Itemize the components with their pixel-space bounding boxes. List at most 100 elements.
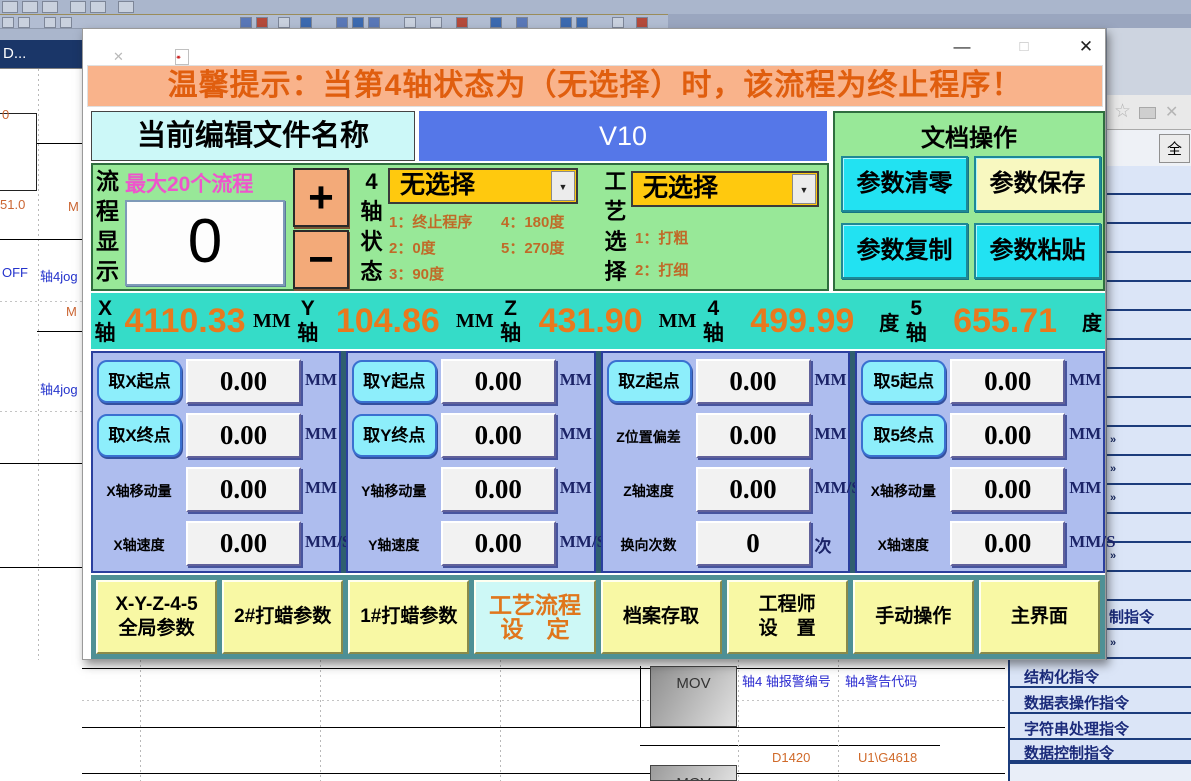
toolbar-icon[interactable] — [352, 17, 364, 28]
toolbar-icon[interactable] — [300, 17, 312, 28]
toolbar-icon[interactable] — [118, 1, 134, 13]
param-value-field[interactable]: 0.00 — [441, 359, 556, 404]
instruction-category[interactable]: 结构化指令 — [1024, 666, 1099, 687]
nav-main-screen-button[interactable]: 主界面 — [979, 580, 1100, 654]
get-z-start-button[interactable]: 取Z起点 — [607, 360, 692, 403]
instruction-category[interactable]: 字符串处理指令 — [1024, 718, 1129, 739]
param-value-field[interactable]: 0.00 — [950, 359, 1065, 404]
save-params-button[interactable]: 参数保存 — [974, 156, 1101, 212]
nav-engineer-settings-button[interactable]: 工程师 设 置 — [727, 580, 848, 654]
list-item[interactable] — [1107, 195, 1191, 224]
param-value-field[interactable]: 0.00 — [696, 413, 811, 458]
mov-instruction-block[interactable]: MOV — [650, 765, 737, 781]
ide-document-tab[interactable]: D... — [0, 40, 82, 68]
toolbar-icon[interactable] — [516, 17, 528, 28]
instruction-category[interactable]: 数据表操作指令 — [1024, 692, 1129, 713]
list-item[interactable]: » — [1107, 427, 1191, 456]
toolbar-icon[interactable] — [336, 17, 348, 28]
list-item[interactable]: 制指令 — [1107, 601, 1191, 630]
toolbar-icon[interactable] — [490, 17, 502, 28]
toolbar-icon[interactable] — [2, 17, 14, 28]
param-value-field[interactable]: 0.00 — [950, 521, 1065, 566]
folder-icon[interactable] — [1139, 107, 1156, 119]
list-item[interactable]: » — [1107, 485, 1191, 514]
param-value-field[interactable]: 0.00 — [950, 413, 1065, 458]
list-item[interactable]: » — [1107, 543, 1191, 572]
nav-process-flow-button[interactable]: 工艺流程 设 定 — [474, 580, 595, 654]
param-value-field[interactable]: 0.00 — [186, 521, 301, 566]
list-item[interactable]: » — [1107, 630, 1191, 659]
param-value-field[interactable]: 0.00 — [950, 467, 1065, 512]
toolbar-icon[interactable] — [18, 17, 30, 28]
close-button[interactable]: ✕ — [1071, 34, 1101, 60]
param-value-field[interactable]: 0 — [696, 521, 811, 566]
list-item[interactable] — [1107, 253, 1191, 282]
get-y-end-button[interactable]: 取Y终点 — [352, 414, 437, 457]
nav-file-access-button[interactable]: 档案存取 — [601, 580, 722, 654]
toolbar-icon[interactable] — [256, 17, 268, 28]
list-item[interactable] — [1107, 514, 1191, 543]
toolbar-icon[interactable] — [2, 1, 18, 13]
toolbar-icon[interactable] — [368, 17, 380, 28]
list-item[interactable] — [1107, 166, 1191, 195]
list-item[interactable]: » — [1107, 456, 1191, 485]
toolbar-icon[interactable] — [612, 17, 624, 28]
list-item[interactable] — [1107, 572, 1191, 601]
paste-params-button[interactable]: 参数粘贴 — [974, 223, 1101, 279]
list-item[interactable] — [1107, 224, 1191, 253]
param-value-field[interactable]: 0.00 — [696, 359, 811, 404]
toolbar-icon[interactable] — [90, 1, 106, 13]
param-value-field[interactable]: 0.00 — [441, 413, 556, 458]
craft-select-dropdown[interactable]: 无选择 ▼ — [631, 171, 819, 207]
nav-global-params-button[interactable]: X-Y-Z-4-5 全局参数 — [96, 580, 217, 654]
toolbar-icon[interactable] — [22, 1, 38, 13]
current-file-name[interactable]: V10 — [419, 111, 827, 161]
mov-instruction-block[interactable]: MOV — [650, 666, 737, 727]
toolbar-icon[interactable] — [560, 17, 572, 28]
toolbar-icon[interactable] — [70, 1, 86, 13]
flow-increment-button[interactable]: + — [293, 168, 349, 227]
toolbar-icon[interactable] — [42, 1, 58, 13]
axis4-state-dropdown[interactable]: 无选择 ▼ — [388, 168, 578, 204]
param-value-field[interactable]: 0.00 — [696, 467, 811, 512]
chevron-down-icon[interactable]: ▼ — [792, 174, 816, 204]
param-value-field[interactable]: 0.00 — [441, 467, 556, 512]
toolbar-icon[interactable] — [278, 17, 290, 28]
toolbar-icon[interactable] — [240, 17, 252, 28]
toolbar-icon[interactable] — [430, 17, 442, 28]
star-icon[interactable]: ☆ — [1114, 100, 1131, 123]
close-icon[interactable]: ✕ — [1165, 102, 1178, 122]
toolbar-icon[interactable] — [60, 17, 72, 28]
flow-decrement-button[interactable]: − — [293, 230, 349, 289]
get-5-start-button[interactable]: 取5起点 — [861, 360, 946, 403]
list-item[interactable] — [1107, 369, 1191, 398]
nav-wax2-params-button[interactable]: 2#打蜡参数 — [222, 580, 343, 654]
maximize-button[interactable]: □ — [1009, 34, 1039, 60]
toolbar-icon[interactable] — [636, 17, 648, 28]
toolbar-icon[interactable] — [404, 17, 416, 28]
param-value-field[interactable]: 0.00 — [186, 413, 301, 458]
ladder-rung — [640, 745, 940, 746]
toolbar-icon[interactable] — [576, 17, 588, 28]
get-y-start-button[interactable]: 取Y起点 — [352, 360, 437, 403]
list-item[interactable] — [1107, 398, 1191, 427]
filter-all-button[interactable]: 全 — [1159, 134, 1190, 163]
nav-wax1-params-button[interactable]: 1#打蜡参数 — [348, 580, 469, 654]
toolbar-icon[interactable] — [456, 17, 468, 28]
copy-params-button[interactable]: 参数复制 — [841, 223, 968, 279]
list-item[interactable] — [1107, 282, 1191, 311]
minimize-button[interactable]: — — [947, 34, 977, 60]
param-value-field[interactable]: 0.00 — [441, 521, 556, 566]
toolbar-icon[interactable] — [44, 17, 56, 28]
get-x-end-button[interactable]: 取X终点 — [97, 414, 182, 457]
nav-manual-operation-button[interactable]: 手动操作 — [853, 580, 974, 654]
param-value-field[interactable]: 0.00 — [186, 359, 301, 404]
chevron-down-icon[interactable]: ▼ — [551, 171, 575, 201]
get-x-start-button[interactable]: 取X起点 — [97, 360, 182, 403]
list-item[interactable] — [1107, 311, 1191, 340]
list-item[interactable] — [1107, 340, 1191, 369]
clear-params-button[interactable]: 参数清零 — [841, 156, 968, 212]
close-tab-icon[interactable]: ✕ — [113, 49, 124, 65]
get-5-end-button[interactable]: 取5终点 — [861, 414, 946, 457]
param-value-field[interactable]: 0.00 — [186, 467, 301, 512]
